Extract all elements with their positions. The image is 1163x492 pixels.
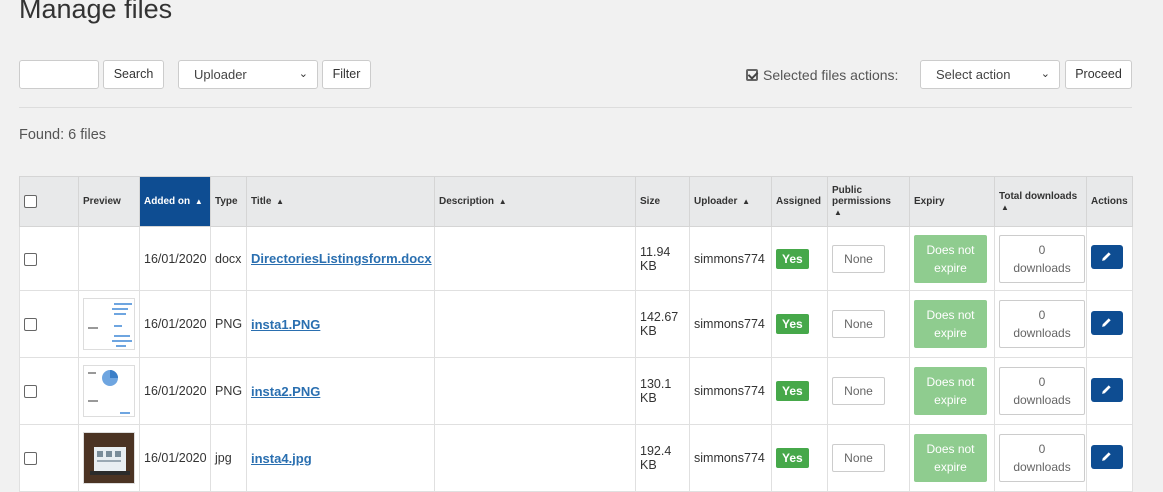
type-cell: PNG — [210, 290, 247, 358]
file-title-link[interactable]: insta4.jpg — [251, 451, 312, 466]
file-title-link[interactable]: insta1.PNG — [251, 317, 320, 332]
row-checkbox[interactable] — [24, 252, 37, 266]
assigned-badge: Yes — [776, 381, 809, 401]
date-cell: 16/01/2020 — [139, 226, 211, 291]
header-actions: Actions — [1086, 176, 1133, 227]
header-title[interactable]: Title ▲︎ — [246, 176, 435, 227]
uploader-cell: simmons774 — [689, 290, 772, 358]
uploader-cell: simmons774 — [689, 226, 772, 291]
action-select[interactable]: Select action ⌄ — [920, 60, 1060, 89]
proceed-button[interactable]: Proceed — [1065, 60, 1132, 89]
sort-icon: ▲ — [834, 208, 842, 217]
pencil-icon — [1102, 384, 1111, 394]
header-public-permissions[interactable]: Public permissions ▲ — [827, 176, 910, 227]
date-cell: 16/01/2020 — [139, 290, 211, 358]
table-row: 16/01/2020 docx DirectoriesListingsform.… — [19, 226, 1133, 291]
header-size: Size — [635, 176, 690, 227]
pencil-icon — [1102, 451, 1111, 461]
search-input[interactable] — [19, 60, 99, 89]
file-thumbnail — [83, 432, 135, 484]
chevron-down-icon: ⌄ — [298, 68, 308, 80]
search-button[interactable]: Search — [103, 60, 164, 89]
edit-button[interactable] — [1091, 444, 1123, 469]
pencil-icon — [1102, 252, 1111, 261]
select-all-header — [19, 176, 79, 227]
header-uploader[interactable]: Uploader ▲ — [689, 176, 772, 227]
preview-cell — [78, 424, 140, 492]
header-assigned: Assigned — [771, 176, 828, 227]
row-checkbox[interactable] — [24, 452, 37, 466]
row-checkbox[interactable] — [24, 318, 37, 332]
pencil-icon — [1102, 317, 1111, 327]
check-square-icon — [746, 69, 758, 81]
permissions-pill: None — [832, 310, 885, 338]
filter-button[interactable]: Filter — [322, 60, 371, 89]
select-all-checkbox[interactable] — [24, 195, 37, 208]
header-expiry: Expiry — [909, 176, 995, 227]
uploader-select[interactable]: Uploader ⌄ — [178, 60, 318, 89]
toolbar: Search Uploader ⌄ Filter Selected files … — [0, 60, 1163, 90]
date-cell: 16/01/2020 — [139, 357, 211, 425]
uploader-select-value: Uploader — [194, 67, 247, 82]
type-cell: PNG — [210, 357, 247, 425]
sort-icon: ▲ — [1001, 202, 1009, 212]
expiry-pill: Does not expire — [914, 234, 987, 283]
expiry-pill: Does not expire — [914, 367, 987, 415]
permissions-pill: None — [832, 444, 885, 472]
file-thumbnail — [83, 365, 135, 417]
file-thumbnail — [83, 298, 135, 350]
assigned-badge: Yes — [776, 314, 809, 334]
header-preview: Preview — [78, 176, 140, 227]
description-cell — [434, 290, 636, 358]
chevron-down-icon: ⌄ — [1040, 68, 1050, 80]
permissions-pill: None — [832, 244, 885, 273]
header-total-downloads[interactable]: Total downloads ▲ — [994, 176, 1087, 227]
header-type: Type — [210, 176, 247, 227]
type-cell: docx — [210, 226, 247, 291]
size-cell: 130.1 KB — [635, 357, 690, 425]
size-cell: 11.94 KB — [635, 226, 690, 291]
uploader-cell: simmons774 — [689, 424, 772, 492]
sort-up-icon: ▲ — [194, 197, 203, 206]
downloads-pill: 0 downloads — [999, 367, 1085, 415]
header-added-on[interactable]: Added on ▲ — [139, 176, 211, 227]
preview-cell — [78, 290, 140, 358]
size-cell: 192.4 KB — [635, 424, 690, 492]
assigned-badge: Yes — [776, 248, 809, 269]
row-checkbox[interactable] — [24, 385, 37, 399]
description-cell — [434, 424, 636, 492]
table-row: 16/01/2020 jpg insta4.jpg 192.4 KB simmon… — [19, 424, 1133, 492]
header-description[interactable]: Description ▲ — [434, 176, 636, 227]
selected-files-actions-label: Selected files actions: — [746, 67, 898, 83]
type-cell: jpg — [210, 424, 247, 492]
table-row: 16/01/2020 PNG insta2.PNG 130.1 KB simmon… — [19, 357, 1133, 425]
files-table: Preview Added on ▲ Type Title ▲︎ Descrip… — [19, 176, 1133, 492]
divider — [19, 107, 1132, 108]
date-cell: 16/01/2020 — [139, 424, 211, 492]
sort-icon: ▲︎ — [276, 197, 285, 206]
assigned-badge: Yes — [776, 448, 809, 468]
expiry-pill: Does not expire — [914, 300, 987, 348]
table-header-row: Preview Added on ▲ Type Title ▲︎ Descrip… — [19, 176, 1133, 227]
action-select-value: Select action — [936, 67, 1011, 82]
page-title: Manage files — [19, 0, 173, 24]
sort-icon: ▲ — [498, 197, 507, 206]
edit-button[interactable] — [1091, 310, 1123, 335]
description-cell — [434, 226, 636, 291]
file-title-link[interactable]: insta2.PNG — [251, 384, 320, 399]
permissions-pill: None — [832, 377, 885, 405]
sort-icon: ▲ — [742, 197, 751, 206]
file-title-link[interactable]: DirectoriesListingsform.docx — [251, 251, 432, 266]
edit-button[interactable] — [1091, 245, 1123, 269]
downloads-pill: 0 downloads — [999, 300, 1085, 348]
preview-cell — [78, 226, 140, 291]
uploader-cell: simmons774 — [689, 357, 772, 425]
found-count: Found: 6 files — [19, 127, 107, 143]
table-row: 16/01/2020 PNG insta1.PNG 142.67 KB simmo… — [19, 290, 1133, 358]
size-cell: 142.67 KB — [635, 290, 690, 358]
downloads-pill: 0 downloads — [999, 234, 1085, 283]
preview-cell — [78, 357, 140, 425]
description-cell — [434, 357, 636, 425]
edit-button[interactable] — [1091, 377, 1123, 402]
